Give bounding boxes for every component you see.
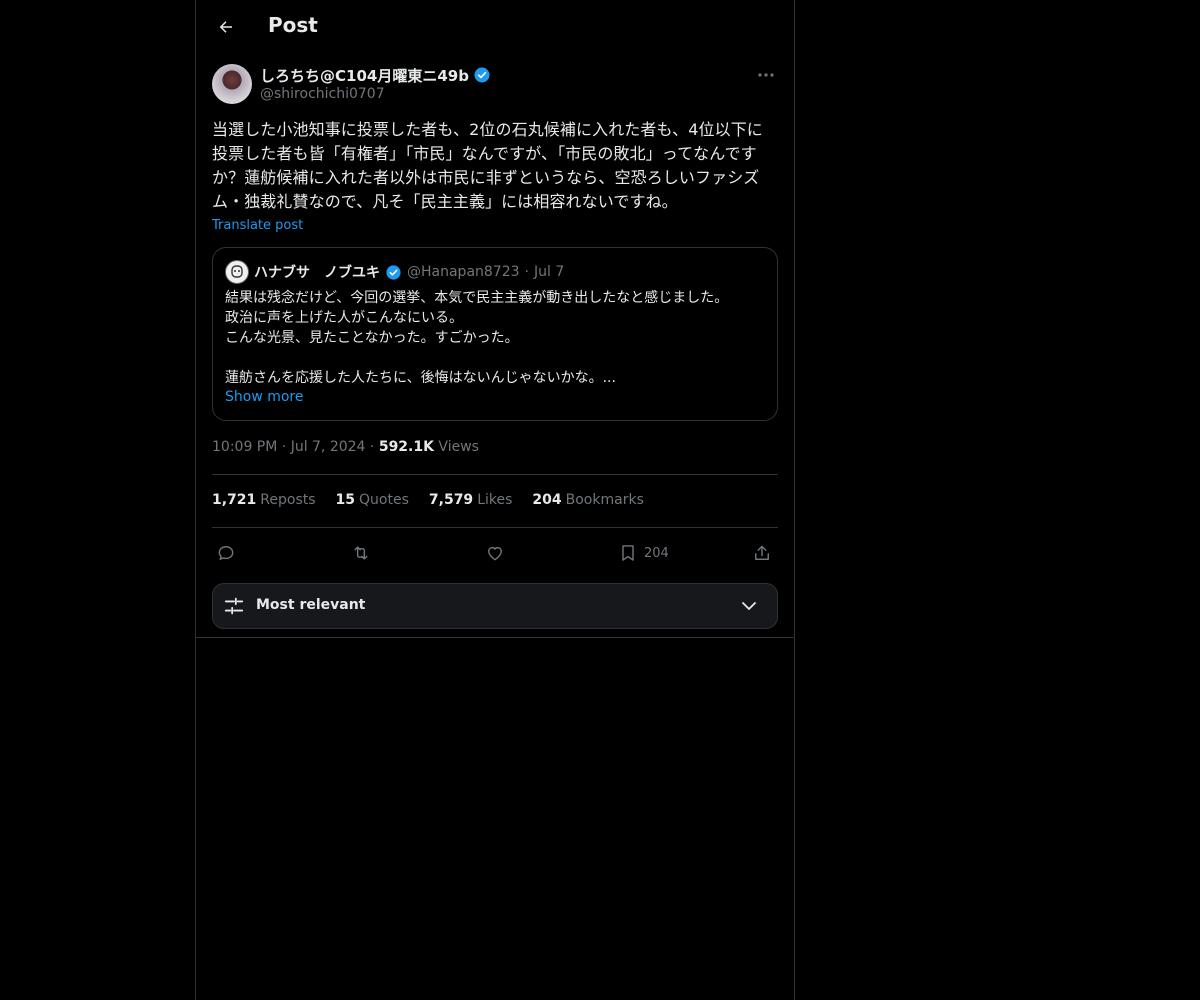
author-avatar[interactable]: [212, 64, 252, 104]
repost-icon[interactable]: [350, 540, 372, 566]
quotes-label: Quotes: [359, 492, 409, 508]
bookmarks-label: Bookmarks: [565, 492, 644, 508]
verified-badge-icon: [386, 264, 401, 280]
meta-separator: ·: [369, 439, 379, 455]
page-title: Post: [268, 13, 318, 37]
sliders-icon: [224, 597, 244, 615]
quotes-stat[interactable]: 15 Quotes: [336, 492, 409, 512]
quoted-handle: @Hanapan8723: [407, 264, 520, 280]
reposts-stat[interactable]: 1,721 Reposts: [212, 492, 316, 512]
divider: [196, 637, 794, 638]
bookmark-button[interactable]: 204: [618, 540, 669, 566]
author-display-name[interactable]: しろちち@C104月曜東ニ49b: [260, 65, 469, 86]
more-dots-icon[interactable]: [754, 64, 778, 86]
reply-sort-dropdown[interactable]: Most relevant: [212, 583, 778, 629]
likes-stat[interactable]: 7,579 Likes: [429, 492, 513, 512]
share-icon[interactable]: [752, 540, 772, 566]
quoted-text-line: 結果は残念だけど、今回の選挙、本気で民主主義が動き出したなと感じました。: [225, 290, 729, 306]
divider: [212, 527, 778, 528]
divider: [212, 474, 778, 475]
likes-count: 7,579: [428, 492, 474, 508]
quoted-text-line: 蓮舫さんを応援した人たちに、後悔はないんじゃないかな。...: [225, 370, 616, 386]
main-column: Post しろちち@C104月曜東ニ49b @shirochichi0707 当…: [195, 0, 795, 1000]
author-handle[interactable]: @shirochichi0707: [260, 86, 385, 102]
sort-label: Most relevant: [256, 597, 366, 613]
bookmarks-stat[interactable]: 204 Bookmarks: [532, 492, 643, 512]
verified-badge-icon: [474, 67, 490, 83]
quoted-post[interactable]: ハナブサ ノブユキ @Hanapan8723 · Jul 7 結果は残念だけど、…: [212, 247, 778, 421]
quoted-text-line: こんな光景、見たことなかった。すごかった。: [225, 330, 519, 346]
quoted-display-name: ハナブサ ノブユキ: [254, 265, 380, 281]
post-date[interactable]: Jul 7, 2024: [291, 439, 366, 455]
views-label: Views: [438, 439, 479, 455]
chevron-down-icon: [742, 602, 756, 610]
back-arrow-icon[interactable]: [212, 13, 240, 41]
quoted-text-line: 政治に声を上げた人がこんなにいる。: [225, 310, 463, 326]
quoted-author-line: ハナブサ ノブユキ @Hanapan8723 · Jul 7: [225, 260, 565, 284]
quoted-text: 結果は残念だけど、今回の選挙、本気で民主主義が動き出したなと感じました。 政治に…: [225, 288, 765, 388]
translate-post-link[interactable]: Translate post: [212, 218, 303, 233]
engagement-stats: 1,721 Reposts 15 Quotes 7,579 Likes 204 Book…: [212, 492, 644, 512]
quoted-author-avatar: [225, 260, 249, 284]
page-header: Post: [196, 0, 794, 54]
likes-label: Likes: [477, 492, 513, 508]
bookmarks-count: 204: [532, 492, 562, 508]
post-text: 当選した小池知事に投票した者も、2位の石丸候補に入れた者も、4位以下に投票した者…: [212, 120, 763, 211]
action-bar: 204: [212, 538, 778, 568]
show-more-link[interactable]: Show more: [225, 389, 304, 405]
reposts-count: 1,721: [212, 492, 257, 508]
like-icon[interactable]: [485, 540, 505, 566]
reply-icon[interactable]: [216, 540, 236, 566]
bookmark-count: 204: [644, 545, 669, 561]
quoted-separator-dot: ·: [524, 264, 529, 280]
author-name-line: しろちち@C104月曜東ニ49b: [260, 64, 491, 86]
post-time[interactable]: 10:09 PM: [212, 439, 277, 455]
quoted-text-line: [225, 348, 765, 368]
quoted-date: Jul 7: [533, 264, 565, 280]
meta-separator: ·: [281, 439, 291, 455]
reposts-label: Reposts: [260, 492, 316, 508]
post-metadata: 10:09 PM · Jul 7, 2024 · 592.1K Views: [212, 439, 479, 455]
views-count: 592.1K: [378, 439, 434, 455]
bookmark-icon: [622, 545, 634, 561]
quotes-count: 15: [335, 492, 356, 508]
